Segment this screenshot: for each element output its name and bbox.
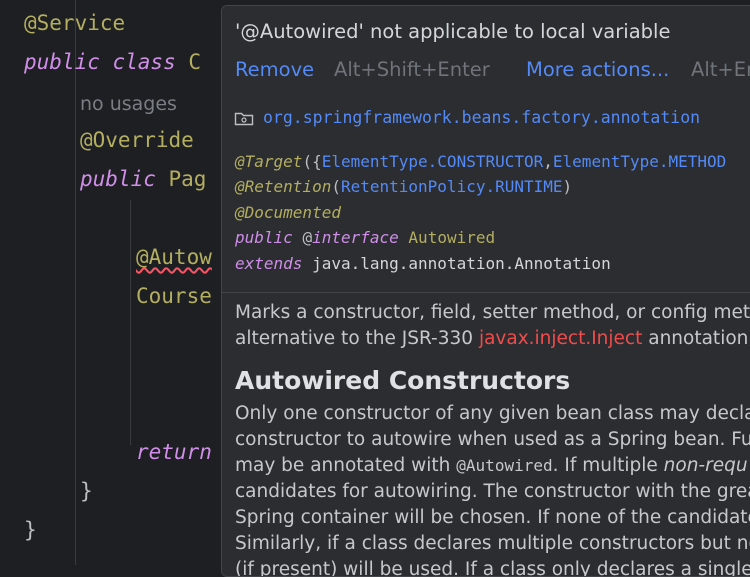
doc-text: Marks a constructor, field, setter metho… (235, 302, 750, 323)
code-line-4: @Override (80, 128, 194, 152)
code-line-autowired: @Autow (136, 245, 212, 269)
doc-text: Similarly, if a class declares multiple … (235, 533, 750, 554)
signature-line: @Documented (235, 203, 341, 222)
popup-header: '@Autowired' not applicable to local var… (222, 6, 750, 99)
inspection-message: '@Autowired' not applicable to local var… (235, 20, 671, 43)
code-line-2: public class C (24, 50, 202, 74)
signature-line: extends java.lang.annotation.Annotation (235, 254, 611, 273)
doc-text: candidates for autowiring. The construct… (235, 481, 750, 502)
signature-line: @Target({ElementType.CONSTRUCTOR,Element… (235, 152, 727, 171)
remove-shortcut: Alt+Shift+Enter (334, 58, 490, 81)
more-actions-shortcut: Alt+Enter (691, 58, 750, 81)
closing-brace: } (80, 479, 93, 503)
indent-guide (75, 0, 76, 565)
doc-text: Spring container will be chosen. If none… (235, 507, 750, 528)
usages-hint[interactable]: no usages (80, 93, 177, 115)
more-actions-button[interactable]: More actions... (526, 58, 669, 81)
code-line-return: return (136, 440, 212, 464)
code-line-course: Course (136, 284, 212, 308)
remove-button[interactable]: Remove (235, 58, 314, 81)
indent-guide (130, 200, 131, 445)
doc-text: alternative to the JSR-330 javax.inject.… (235, 328, 750, 349)
signature-line: @Retention(RetentionPolicy.RUNTIME) (235, 177, 573, 196)
doc-text: constructor to autowire when used as a S… (235, 429, 750, 450)
package-link[interactable]: org.springframework.beans.factory.annota… (263, 108, 700, 127)
code-line-1: @Service (24, 11, 126, 35)
separator (222, 292, 750, 293)
documentation-pane: org.springframework.beans.factory.annota… (222, 98, 750, 576)
closing-brace: } (24, 518, 37, 542)
section-heading: Autowired Constructors (235, 366, 571, 395)
folder-icon (234, 112, 254, 126)
inject-link[interactable]: javax.inject.Inject (479, 328, 642, 349)
doc-text: may be annotated with @Autowired. If mul… (235, 455, 748, 476)
doc-text: (if present) will be used. If a class on… (235, 559, 750, 577)
code-line-5: public Pag (80, 167, 207, 191)
signature-line: public @interface Autowired (235, 228, 496, 247)
quick-doc-popup[interactable]: '@Autowired' not applicable to local var… (221, 5, 750, 577)
doc-text: Only one constructor of any given bean c… (235, 403, 750, 424)
